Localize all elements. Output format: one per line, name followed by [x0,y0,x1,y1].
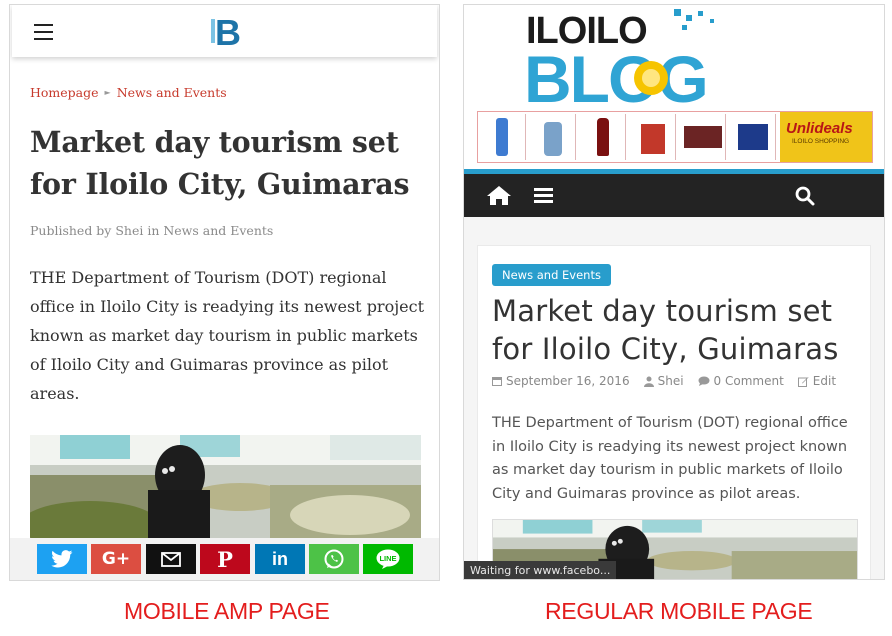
email-icon [161,551,181,567]
amp-header: B [12,5,437,57]
post-date-text: September 16, 2016 [506,374,630,388]
breadcrumb: Homepage ► News and Events [30,85,227,100]
article-meta: September 16, 2016 Shei 0 Comment Edit [492,374,850,388]
article-body: THE Department of Tourism (DOT) regional… [492,415,848,503]
market-photo [30,435,421,545]
line-share-button[interactable]: LINE [363,544,413,574]
main-navbar [464,174,884,217]
twitter-share-button[interactable] [37,544,87,574]
product-can [630,114,676,160]
google-plus-share-button[interactable]: G+ [91,544,141,574]
email-share-button[interactable] [146,544,196,574]
iloilo-blog-logo[interactable]: ILOILO BLOG [524,7,729,107]
article-title: Market day tourism set for Iloilo City, … [30,125,410,201]
twitter-icon [51,550,73,568]
breadcrumb-home-link[interactable]: Homepage [30,85,99,100]
breadcrumb-category-link[interactable]: News and Events [117,85,227,100]
caption-amp: MOBILE AMP PAGE [124,598,330,624]
product-shampoo [480,114,526,160]
pinterest-share-button[interactable]: P [200,544,250,574]
post-date[interactable]: September 16, 2016 [492,374,630,388]
edit-icon [797,376,809,387]
article-title: Market day tourism set for Iloilo City, … [492,294,839,366]
category-badge[interactable]: News and Events [492,264,611,286]
post-author[interactable]: Shei [643,374,684,388]
post-author-text: Shei [657,374,684,388]
linkedin-icon: in [272,548,288,569]
whatsapp-share-button[interactable] [309,544,359,574]
calendar-icon [492,377,502,386]
site-logo-icon[interactable]: B [211,13,245,49]
post-comments-text: 0 Comment [713,374,784,388]
site-header: ILOILO BLOG Unlideals ILOILO SHOPPING [464,5,884,169]
product-bottle [530,114,576,160]
post-edit-link[interactable]: Edit [797,374,837,388]
post-comments[interactable]: 0 Comment [698,374,784,388]
shopping-ad-banner[interactable]: Unlideals ILOILO SHOPPING [477,111,873,163]
post-edit-text: Edit [812,374,837,388]
menu-icon[interactable] [534,188,553,203]
unlideals-sub: ILOILO SHOPPING [792,138,850,145]
search-icon[interactable] [795,186,815,206]
logo-letter: B [215,13,241,49]
hamburger-menu-icon[interactable] [34,24,53,40]
social-share-bar: G+ P in LINE [10,538,439,580]
home-icon[interactable] [486,184,512,206]
article-card: News and Events Market day tourism set f… [477,245,871,579]
caption-regular: REGULAR MOBILE PAGE [545,598,813,624]
product-spam [730,114,776,160]
browser-status-bar: Waiting for www.facebo... [464,561,617,579]
comment-icon [698,376,710,386]
line-icon: LINE [376,549,400,569]
whatsapp-icon [324,549,344,569]
product-tin [680,114,726,160]
breadcrumb-separator-icon: ► [104,88,111,97]
logo-bottom-text: BLOG [524,42,707,107]
amp-page-screenshot: B Homepage ► News and Events Market day to… [9,4,440,581]
unlideals-brand: Unlideals [786,120,853,137]
user-icon [643,376,654,387]
svg-text:LINE: LINE [379,554,396,563]
linkedin-share-button[interactable]: in [255,544,305,574]
unlideals-ad[interactable]: Unlideals ILOILO SHOPPING [780,112,872,162]
product-sauce [580,114,626,160]
pinterest-icon: P [217,546,233,572]
google-plus-icon: G+ [101,549,131,569]
article-meta: Published by Shei in News and Events [30,223,274,238]
regular-page-screenshot: ILOILO BLOG Unlideals ILOILO SHOPPING Ne… [463,4,885,580]
article-body: THE Department of Tourism (DOT) regional… [30,268,425,403]
